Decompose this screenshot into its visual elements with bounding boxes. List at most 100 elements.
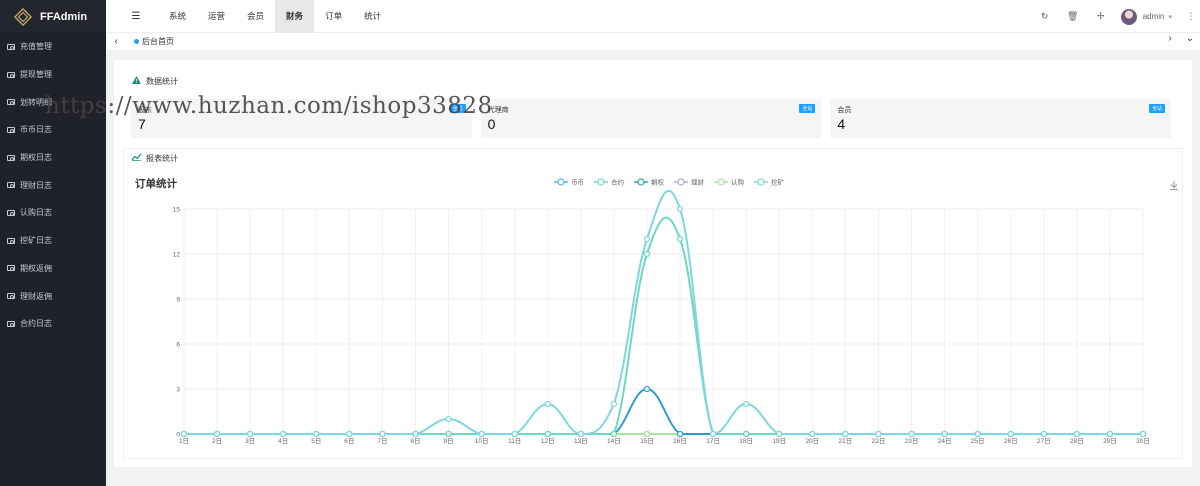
- y-tick-label: 3: [176, 387, 180, 394]
- data-point: [445, 430, 452, 438]
- app-name: FFAdmin: [40, 10, 88, 23]
- x-tick-label: 13日: [574, 437, 588, 445]
- data-point: [511, 430, 518, 438]
- data-point: [875, 430, 882, 438]
- trash-icon[interactable]: 🗑: [1059, 11, 1087, 22]
- x-tick-label: 22日: [872, 437, 886, 445]
- series-line-合约: [183, 216, 1143, 436]
- money-icon: [7, 154, 15, 161]
- series-line-期权: [183, 387, 1143, 436]
- stat-value: 4: [837, 116, 846, 132]
- sidebar-item[interactable]: 理财日志: [0, 171, 106, 199]
- more-icon[interactable]: ⋮: [1182, 11, 1200, 22]
- data-point: [676, 235, 684, 243]
- money-icon: [7, 320, 15, 327]
- tab-home[interactable]: 后台首页: [126, 36, 182, 47]
- data-point: [577, 430, 584, 438]
- data-point: [1139, 430, 1147, 438]
- topbar-tools: ↻ 🗑 ✢ admin ▾ ⋮: [1031, 0, 1200, 33]
- sidebar-item[interactable]: 期权日志: [0, 144, 106, 172]
- fullscreen-icon[interactable]: ✢: [1087, 11, 1115, 22]
- stat-card-agent: 代理商 0 全站: [480, 99, 822, 138]
- user-name[interactable]: admin: [1143, 12, 1165, 21]
- refresh-icon[interactable]: ↻: [1031, 11, 1059, 22]
- data-point: [1106, 430, 1114, 438]
- nav-item[interactable]: 会员: [236, 0, 275, 33]
- stat-label: 代理商: [487, 107, 509, 114]
- sidebar-item[interactable]: 认购日志: [0, 199, 106, 227]
- data-point: [346, 430, 353, 438]
- data-point: [445, 415, 452, 423]
- x-tick-label: 10日: [475, 437, 489, 445]
- data-point: [412, 430, 419, 438]
- nav-item[interactable]: 运营: [197, 0, 236, 33]
- data-point: [676, 205, 684, 213]
- data-point: [842, 430, 849, 438]
- top-nav: 系统 运营 会员 财务 订单 统计: [158, 0, 392, 33]
- x-tick-label: 30日: [1136, 437, 1150, 445]
- sidebar-item-label: 期权返佣: [20, 263, 52, 273]
- data-point: [544, 430, 551, 438]
- nav-item[interactable]: 系统: [158, 0, 197, 33]
- sidebar-item[interactable]: 合约日志: [0, 310, 106, 338]
- topbar: ☰ 系统 运营 会员 财务 订单 统计 ↻ 🗑 ✢ admin ▾ ⋮: [106, 0, 1200, 33]
- x-tick-label: 8日: [410, 437, 420, 445]
- legend-swatch-marker: [677, 178, 685, 186]
- tab-prev-icon[interactable]: ‹: [106, 36, 126, 47]
- data-point: [776, 430, 783, 438]
- money-icon: [7, 293, 15, 300]
- nav-item[interactable]: 统计: [353, 0, 392, 33]
- money-icon: [7, 71, 15, 78]
- x-tick-label: 18日: [739, 437, 753, 445]
- data-point: [941, 430, 948, 438]
- legend-swatch-marker: [597, 178, 605, 186]
- sidebar-item-label: 充值管理: [20, 42, 52, 52]
- nav-item[interactable]: 订单: [314, 0, 353, 33]
- stat-label: 会员: [837, 107, 852, 114]
- menu-fold-icon[interactable]: ☰: [120, 11, 152, 22]
- main-content: 数据统计 股东 7 全站 代理商 0 全站 会员 4 全站 报表统计 订单统计 …: [114, 60, 1192, 467]
- data-point: [643, 385, 651, 393]
- data-point: [743, 400, 750, 408]
- sidebar-item-label: 币币日志: [20, 125, 52, 135]
- data-point: [710, 430, 717, 438]
- sidebar-item[interactable]: 币币日志: [0, 116, 106, 144]
- sidebar-item[interactable]: 理财返佣: [0, 282, 106, 310]
- x-tick-label: 23日: [905, 437, 919, 445]
- sidebar-item[interactable]: 挖矿日志: [0, 227, 106, 255]
- order-chart: 036912151日 2日 3日 4日 5日 6日 7日 8日 9日 10日 11日 12日 13日 14…: [173, 178, 1178, 445]
- x-tick-label: 12日: [541, 437, 555, 445]
- x-tick-label: 6日: [344, 437, 354, 445]
- data-point: [379, 430, 386, 438]
- tab-active-dot: [134, 39, 139, 44]
- avatar[interactable]: [1120, 8, 1137, 25]
- data-point: [313, 430, 320, 438]
- legend-swatch-marker: [637, 178, 645, 186]
- money-icon: [7, 237, 15, 244]
- tab-home-label: 后台首页: [142, 37, 174, 46]
- x-tick-label: 24日: [938, 437, 952, 445]
- sidebar-item[interactable]: 提现管理: [0, 61, 106, 89]
- x-tick-label: 25日: [971, 437, 985, 445]
- stats-header: 数据统计: [114, 70, 1192, 92]
- x-tick-label: 28日: [1070, 437, 1084, 445]
- nav-item[interactable]: 财务: [275, 0, 315, 33]
- x-tick-label: 14日: [607, 437, 621, 445]
- sidebar-item-label: 合约日志: [20, 319, 52, 329]
- sidebar-item[interactable]: 充值管理: [0, 33, 106, 61]
- data-point: [643, 430, 651, 438]
- money-icon: [7, 182, 15, 189]
- logo[interactable]: FFAdmin: [0, 0, 106, 33]
- sidebar-item[interactable]: 期权返佣: [0, 255, 106, 283]
- legend-swatch-marker: [717, 178, 725, 186]
- chevron-down-icon[interactable]: ▾: [1168, 13, 1172, 21]
- stat-badge: 全站: [1149, 104, 1166, 113]
- tab-dropdown-icon[interactable]: ⌄: [1180, 33, 1200, 51]
- x-tick-label: 11日: [508, 437, 521, 445]
- data-point: [643, 235, 651, 243]
- download-icon[interactable]: [1170, 181, 1178, 190]
- x-tick-label: 2日: [212, 437, 222, 445]
- tab-next-icon[interactable]: ›: [1160, 33, 1180, 51]
- data-point: [809, 430, 816, 438]
- x-tick-label: 27日: [1037, 437, 1051, 445]
